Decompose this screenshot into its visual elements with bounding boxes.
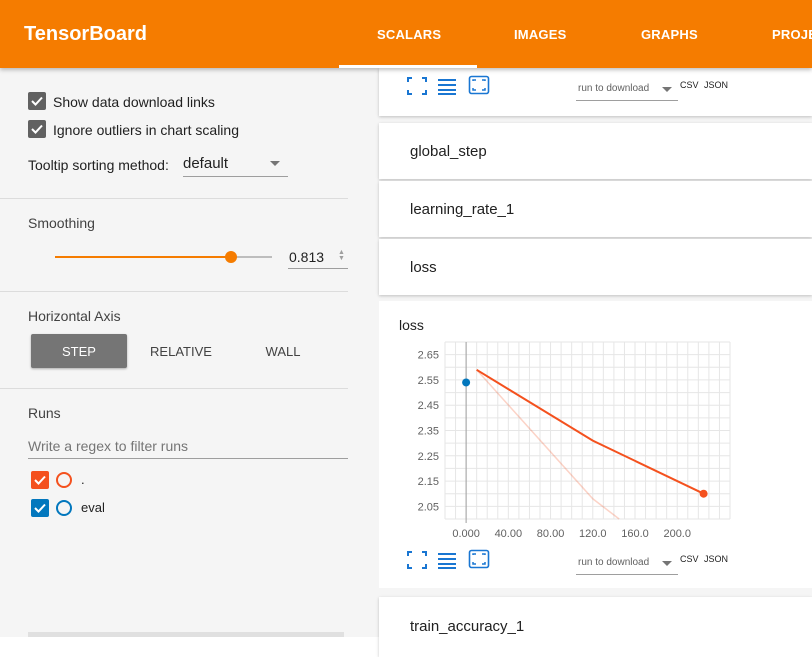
axis-wall-button[interactable]: WALL: [235, 334, 331, 368]
loss-chart-card: loss 2.65 2.55 2.45 2.35 2.25 2.15 2.05 0.000 40…: [379, 301, 812, 588]
list-icon[interactable]: [436, 550, 458, 570]
y-tick-label: 2.45: [418, 400, 439, 412]
chevron-down-icon: [662, 561, 672, 566]
csv-link[interactable]: CSV: [680, 554, 699, 564]
csv-link[interactable]: CSV: [680, 80, 699, 90]
x-tick-label: 200.0: [663, 528, 691, 540]
y-tick-label: 2.25: [418, 451, 439, 463]
run-checkbox-dot[interactable]: [31, 471, 49, 489]
run-checkbox-eval[interactable]: [31, 499, 49, 517]
series-line: [476, 368, 705, 495]
x-tick-label: 120.0: [579, 528, 607, 540]
chart-title: loss: [399, 317, 424, 333]
tooltip-sorting-underline: [183, 176, 288, 177]
run-name-eval: eval: [81, 500, 105, 515]
fit-domain-icon[interactable]: [468, 75, 490, 95]
runs-filter-input[interactable]: Write a regex to filter runs: [28, 438, 188, 454]
group-train-accuracy[interactable]: train_accuracy_1: [379, 597, 812, 657]
checkmark-icon: [34, 475, 46, 485]
group-loss[interactable]: loss: [379, 239, 812, 295]
fullscreen-icon[interactable]: [406, 550, 428, 570]
tab-projector[interactable]: PROJE: [772, 27, 812, 42]
smoothing-slider-fill: [55, 256, 232, 258]
run-color-circle: [56, 500, 72, 516]
axis-step-button[interactable]: STEP: [31, 334, 127, 368]
divider: [0, 291, 348, 292]
y-tick-label: 2.65: [418, 350, 439, 362]
tooltip-sorting-label: Tooltip sorting method:: [28, 157, 169, 173]
x-tick-label: 160.0: [621, 528, 649, 540]
sidebar-scroll-edge: [28, 632, 344, 637]
smoothing-value-input[interactable]: 0.813: [289, 249, 324, 265]
download-select-underline: [576, 100, 678, 101]
list-icon[interactable]: [436, 76, 458, 96]
show-download-links-checkbox[interactable]: [28, 92, 46, 110]
active-tab-indicator: [339, 65, 477, 68]
tab-scalars[interactable]: SCALARS: [377, 27, 441, 42]
stepper-icon[interactable]: ▲ ▼: [338, 249, 345, 262]
runs-title: Runs: [28, 405, 61, 421]
checkmark-icon: [31, 124, 43, 134]
y-tick-label: 2.55: [418, 375, 439, 387]
divider: [0, 198, 348, 199]
runs-filter-underline: [28, 458, 348, 459]
y-tick-label: 2.35: [418, 426, 439, 438]
x-tick-label: 80.00: [537, 528, 565, 540]
series-point: [462, 378, 471, 387]
checkmark-icon: [34, 503, 46, 513]
fullscreen-icon[interactable]: [406, 76, 428, 96]
json-link[interactable]: JSON: [704, 554, 728, 564]
run-color-circle: [56, 472, 72, 488]
run-name-dot: .: [81, 472, 85, 487]
fit-domain-icon[interactable]: [468, 549, 490, 569]
run-to-download-select[interactable]: run to download: [578, 83, 649, 94]
download-select-underline: [576, 574, 678, 575]
y-tick-label: 2.05: [418, 501, 439, 513]
smoothing-input-underline: [288, 268, 348, 269]
tooltip-sorting-select[interactable]: default: [183, 155, 228, 172]
group-title: train_accuracy_1: [410, 618, 525, 635]
series-point: [699, 489, 708, 498]
top-app-bar: TensorBoard SCALARS IMAGES GRAPHS PROJE: [0, 0, 812, 68]
x-tick-label: 0.000: [452, 528, 480, 540]
smoothing-slider[interactable]: [55, 251, 272, 263]
ignore-outliers-checkbox[interactable]: [28, 120, 46, 138]
group-title: loss: [410, 259, 437, 276]
checkmark-icon: [31, 96, 43, 106]
axis-relative-button[interactable]: RELATIVE: [133, 334, 229, 368]
group-title: global_step: [410, 143, 487, 160]
run-to-download-select[interactable]: run to download: [578, 557, 649, 568]
tab-graphs[interactable]: GRAPHS: [641, 27, 698, 42]
y-tick-label: 2.15: [418, 476, 439, 488]
smoothing-title: Smoothing: [28, 215, 95, 231]
show-download-links-label: Show data download links: [53, 94, 215, 110]
json-link[interactable]: JSON: [704, 80, 728, 90]
ignore-outliers-label: Ignore outliers in chart scaling: [53, 122, 239, 138]
x-tick-label: 40.00: [495, 528, 523, 540]
divider: [0, 388, 348, 389]
group-global-step[interactable]: global_step: [379, 123, 812, 179]
tab-images[interactable]: IMAGES: [514, 27, 566, 42]
loss-chart[interactable]: 2.65 2.55 2.45 2.35 2.25 2.15 2.05 0.000 40.00 80…: [379, 336, 812, 546]
chevron-down-icon: [270, 161, 280, 166]
chevron-down-icon: [662, 87, 672, 92]
group-learning-rate[interactable]: learning_rate_1: [379, 181, 812, 237]
app-title: TensorBoard: [24, 23, 147, 45]
chart-card-previous: run to download CSV JSON: [379, 68, 812, 116]
group-title: learning_rate_1: [410, 201, 515, 218]
horizontal-axis-title: Horizontal Axis: [28, 308, 121, 324]
